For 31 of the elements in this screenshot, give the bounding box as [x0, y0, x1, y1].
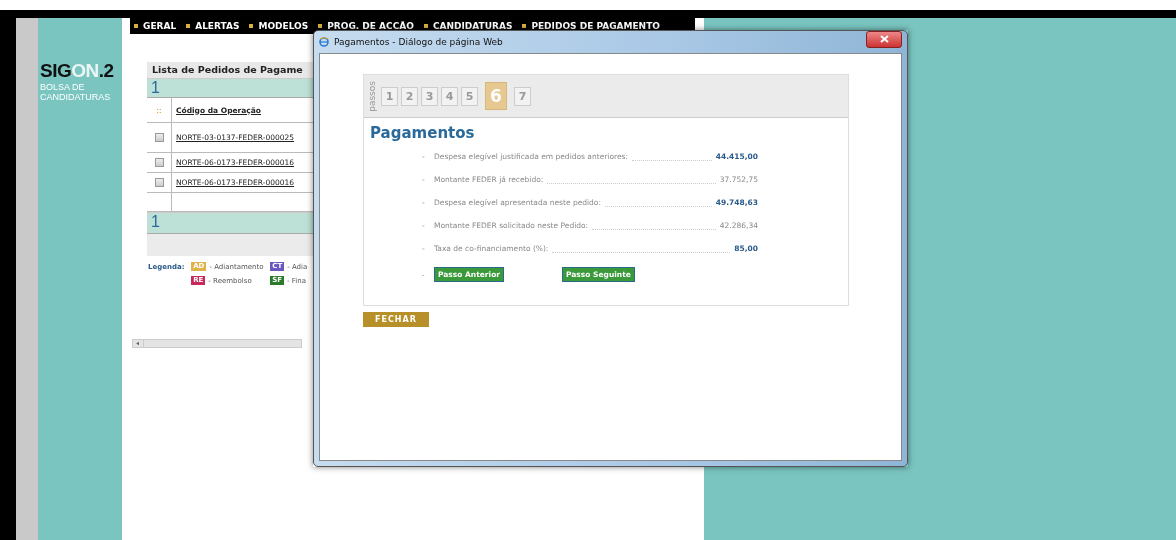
scrollbar[interactable]: [132, 339, 302, 348]
step-tab[interactable]: 4: [441, 86, 458, 106]
step-tab[interactable]: 2: [401, 86, 418, 106]
arrow-left-icon[interactable]: [133, 340, 144, 347]
nav-link[interactable]: ALERTAS: [186, 21, 240, 31]
close-icon: [879, 35, 889, 43]
checkbox[interactable]: [154, 158, 164, 167]
table-title: Lista de Pedidos de Pagame: [147, 62, 313, 78]
browser-icon: [319, 37, 329, 47]
close-button[interactable]: [866, 30, 902, 48]
page-number[interactable]: 1: [147, 78, 313, 98]
column-header: ::: [156, 105, 162, 115]
logo: SIGON.2: [40, 60, 114, 82]
step-tab[interactable]: 7: [514, 86, 531, 106]
step-tab[interactable]: 3: [421, 86, 438, 106]
step-tab[interactable]: 5: [461, 86, 478, 106]
nav-link[interactable]: CANDIDATURAS: [423, 21, 513, 31]
dialog-title: Pagamentos - Diálogo de página Web: [334, 37, 503, 47]
step-tab[interactable]: 1: [381, 86, 398, 106]
logo-subtitle: CANDIDATURAS: [40, 92, 112, 102]
logo-subtitle: BOLSA DE: [40, 82, 86, 92]
steps-label: passos: [366, 80, 378, 112]
nav-link[interactable]: PROG. DE ACCÃO: [318, 21, 414, 31]
close-dialog-button[interactable]: FECHAR: [363, 312, 429, 327]
page-number[interactable]: 1: [147, 212, 313, 234]
checkbox[interactable]: [154, 133, 164, 142]
nav-link[interactable]: PEDIDOS DE PAGAMENTO: [522, 21, 660, 31]
nav-link[interactable]: GERAL: [134, 21, 177, 31]
section-heading: Pagamentos: [370, 124, 476, 142]
checkbox[interactable]: [154, 178, 164, 187]
nav-link[interactable]: MODELOS: [249, 21, 309, 31]
